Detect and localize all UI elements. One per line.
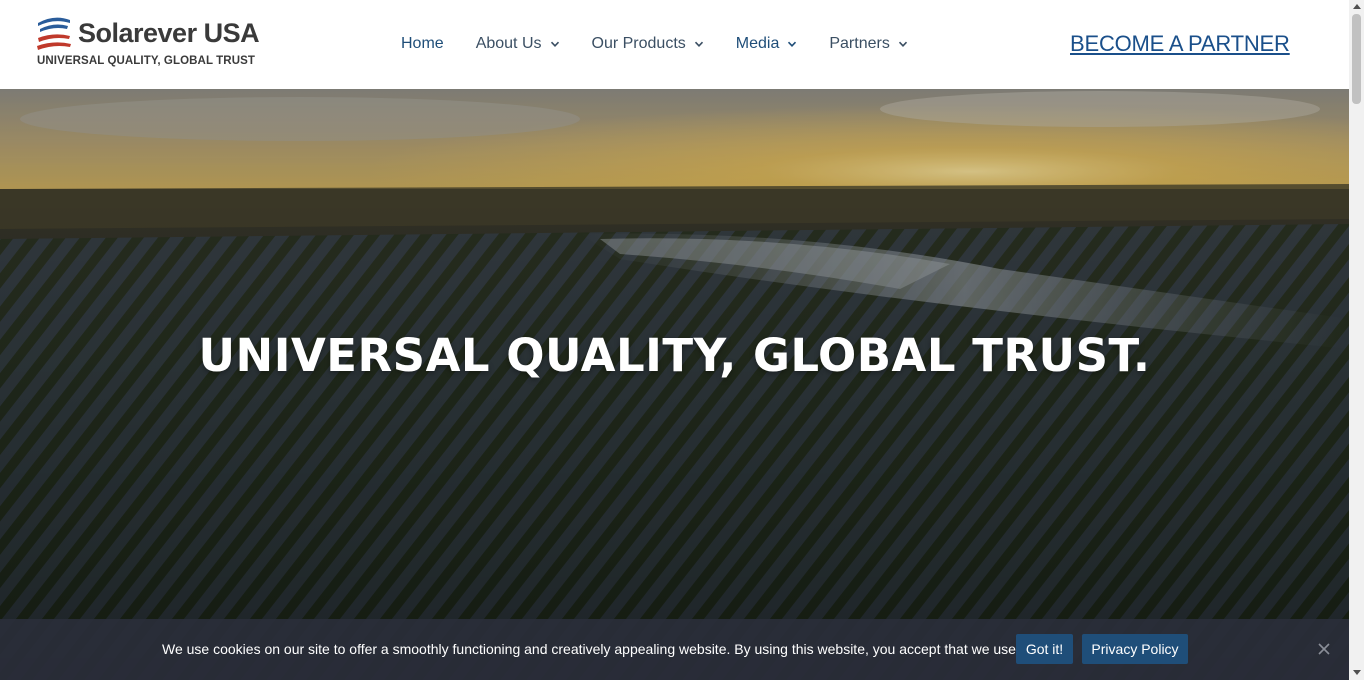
nav-item-label: About Us (475, 35, 542, 52)
chevron-down-icon (788, 41, 797, 47)
cookie-message: We use cookies on our site to offer a sm… (162, 641, 1072, 657)
become-a-partner-link[interactable]: BECOME A PARTNER (1070, 31, 1290, 57)
chevron-down-icon (550, 41, 559, 47)
chevron-down-icon (694, 41, 703, 47)
nav-item-label: Media (735, 35, 780, 52)
logo-name: Solarever USA (78, 18, 260, 48)
nav-item-label: Our Products (591, 35, 686, 52)
site-header: Solarever USA UNIVERSAL QUALITY, GLOBAL … (0, 0, 1349, 89)
nav-item-partners[interactable]: Partners (813, 35, 923, 53)
nav-item-label: Home (401, 35, 444, 52)
page-scrollbar[interactable] (1349, 0, 1364, 680)
scroll-up-arrow-icon[interactable] (1353, 4, 1361, 9)
logo-swoosh-icon (37, 17, 71, 50)
nav-item-about-us[interactable]: About Us (460, 35, 576, 53)
close-icon[interactable] (1316, 641, 1332, 657)
privacy-policy-button[interactable]: Privacy Policy (1082, 634, 1188, 664)
scroll-down-arrow-icon[interactable] (1353, 670, 1361, 675)
logo[interactable]: Solarever USA UNIVERSAL QUALITY, GLOBAL … (34, 14, 260, 70)
page: Solarever USA UNIVERSAL QUALITY, GLOBAL … (0, 0, 1364, 680)
scrollbar-thumb[interactable] (1352, 14, 1361, 104)
nav-item-label: Partners (829, 35, 890, 52)
hero-background-image (0, 89, 1349, 680)
hero-title: UNIVERSAL QUALITY, GLOBAL TRUST. (198, 329, 1151, 382)
nav-item-media[interactable]: Media (720, 35, 814, 53)
chevron-down-icon (898, 41, 907, 47)
main-nav: Home About Us Our Products Media Partner… (385, 26, 924, 62)
hero-section: UNIVERSAL QUALITY, GLOBAL TRUST. (0, 89, 1349, 680)
cookie-consent-bar: We use cookies on our site to offer a sm… (0, 619, 1349, 680)
logo-tagline: UNIVERSAL QUALITY, GLOBAL TRUST (37, 55, 255, 67)
got-it-button[interactable]: Got it! (1016, 634, 1073, 664)
nav-item-our-products[interactable]: Our Products (576, 35, 720, 53)
nav-item-home[interactable]: Home (385, 35, 460, 53)
